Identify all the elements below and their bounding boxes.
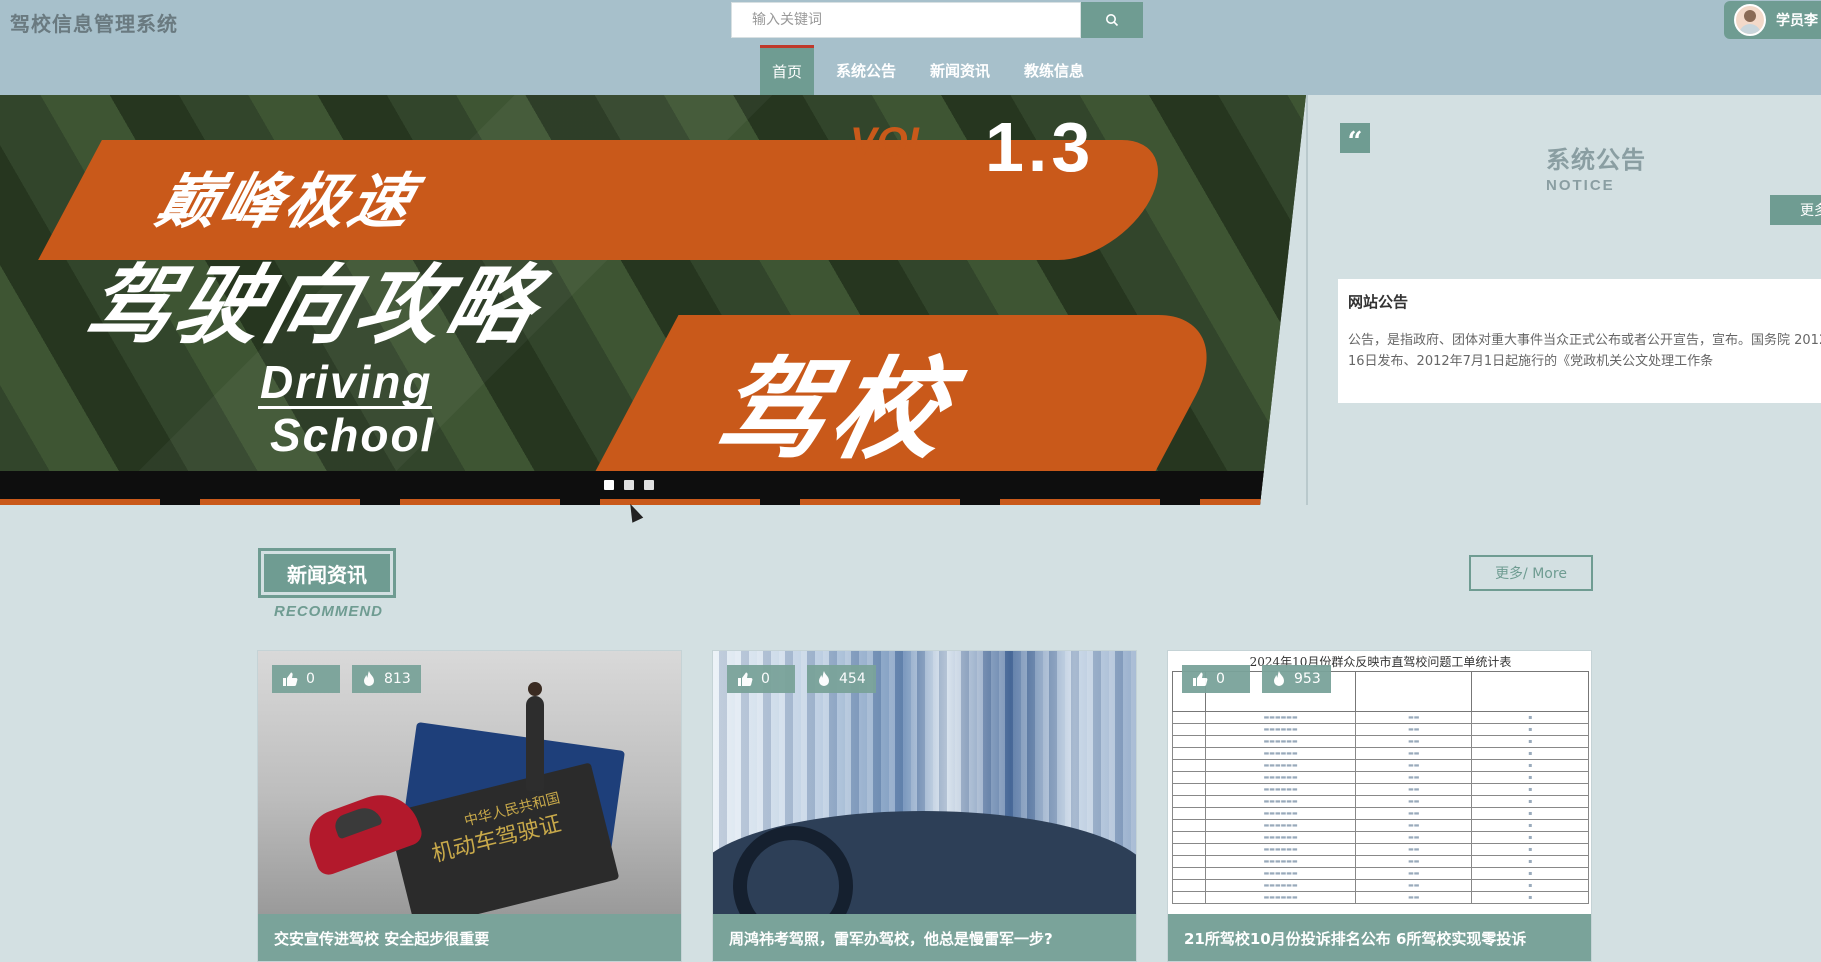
search-button[interactable] <box>1081 2 1143 38</box>
thumbs-up-icon <box>738 672 753 686</box>
notice-card[interactable]: 网站公告 公告，是指政府、团体对重大事件当众正式公布或者公开宣告，宣布。国务院 … <box>1338 279 1821 403</box>
news-section-subtitle: RECOMMEND <box>274 603 383 620</box>
view-count: 813 <box>384 671 411 687</box>
user-menu[interactable]: 学员李 <box>1724 1 1821 39</box>
like-badge[interactable]: 0 <box>727 665 795 693</box>
like-count: 0 <box>306 671 315 687</box>
banner-english-1: Driving <box>257 356 433 409</box>
news-card-stats: 0 454 <box>727 665 876 693</box>
thumbs-up-icon <box>283 672 298 686</box>
news-card[interactable]: 0 454 周鸿祎考驾照，雷军办驾校，他总是慢雷军一步? <box>712 650 1137 962</box>
notice-card-title: 网站公告 <box>1348 293 1409 311</box>
image-document-table: ▬▬▬▬▬▬ ▬▬ ▪ ▬▬▬▬▬▬ ▬▬ ▪ ▬▬▬▬▬▬ ▬▬ ▪ ▬▬▬▬▬▬ ▬▬ ▪ … <box>1171 671 1589 904</box>
fire-icon <box>1274 671 1284 686</box>
banner-version: 1.3 <box>985 108 1095 186</box>
image-figure <box>526 682 544 791</box>
thumbs-up-icon <box>1193 672 1208 686</box>
like-badge[interactable]: 0 <box>1182 665 1250 693</box>
nav-item-notice[interactable]: 系统公告 <box>824 45 908 95</box>
fire-icon <box>819 671 829 686</box>
banner-english-2: School <box>270 409 436 461</box>
notice-title: 系统公告 <box>1546 146 1646 174</box>
news-card[interactable]: 中华人民共和国 机动车驾驶证 0 813 交安宣传进驾校 安全起步很重要 <box>257 650 682 962</box>
news-card[interactable]: 2024年10月份群众反映市直驾校问题工单统计表 ▬▬▬▬▬▬ ▬▬ ▪ ▬▬▬▬▬… <box>1167 650 1592 962</box>
news-list: 中华人民共和国 机动车驾驶证 0 813 交安宣传进驾校 安全起步很重要 0 4… <box>257 650 1592 962</box>
banner-headline-3: 驾校 <box>704 346 964 474</box>
search-bar <box>731 2 1143 38</box>
view-count: 953 <box>1294 671 1321 687</box>
banner-vol-label: VOL <box>850 120 933 164</box>
main-nav: 首页 系统公告 新闻资讯 教练信息 <box>760 45 1106 95</box>
fire-icon <box>364 671 374 686</box>
site-logo[interactable]: 驾校信息管理系统 <box>10 8 178 37</box>
view-count: 454 <box>839 671 866 687</box>
avatar <box>1734 4 1766 36</box>
view-badge: 813 <box>352 665 421 693</box>
news-more-button[interactable]: 更多/ More <box>1469 555 1593 591</box>
notice-more-button[interactable]: 更多 <box>1770 195 1821 225</box>
quote-icon: “ <box>1340 123 1370 155</box>
notice-subtitle: NOTICE <box>1546 177 1615 194</box>
news-card-title[interactable]: 周鸿祎考驾照，雷军办驾校，他总是慢雷军一步? <box>713 914 1136 961</box>
carousel-dot[interactable] <box>644 480 654 490</box>
nav-item-home[interactable]: 首页 <box>760 45 814 95</box>
news-card-stats: 0 813 <box>272 665 421 693</box>
view-badge: 454 <box>807 665 876 693</box>
news-card-title[interactable]: 交安宣传进驾校 安全起步很重要 <box>258 914 681 961</box>
header: 驾校信息管理系统 学员李 首页 系统公告 新闻资讯 教练信息 <box>0 0 1821 95</box>
search-icon <box>1106 14 1119 27</box>
banner-headline-2: 驾驶向攻略 <box>74 256 552 356</box>
banner-headline-1: 巅峰极速 <box>149 167 424 237</box>
search-input[interactable] <box>731 2 1081 38</box>
notice-panel: “ 系统公告 NOTICE 更多 网站公告 公告，是指政府、团体对重大事件当众正… <box>1306 95 1821 505</box>
carousel-dots <box>604 480 654 490</box>
banner-carousel[interactable]: VOL 1.3 巅峰极速 驾驶向攻略 Driving School 驾校 <box>0 95 1306 505</box>
news-card-title[interactable]: 21所驾校10月份投诉排名公布 6所驾校实现零投诉 <box>1168 914 1591 961</box>
like-count: 0 <box>761 671 770 687</box>
carousel-dot[interactable] <box>604 480 614 490</box>
news-section-title-label: 新闻资讯 <box>264 554 390 592</box>
view-badge: 953 <box>1262 665 1331 693</box>
nav-item-coaches[interactable]: 教练信息 <box>1012 45 1096 95</box>
carousel-dot[interactable] <box>624 480 634 490</box>
nav-item-news[interactable]: 新闻资讯 <box>918 45 1002 95</box>
news-section-title: 新闻资讯 <box>258 548 396 598</box>
news-card-stats: 0 953 <box>1182 665 1331 693</box>
notice-card-body: 公告，是指政府、团体对重大事件当众正式公布或者公开宣告，宣布。国务院 2012年… <box>1348 333 1821 369</box>
like-badge[interactable]: 0 <box>272 665 340 693</box>
user-name: 学员李 <box>1776 13 1818 29</box>
like-count: 0 <box>1216 671 1225 687</box>
